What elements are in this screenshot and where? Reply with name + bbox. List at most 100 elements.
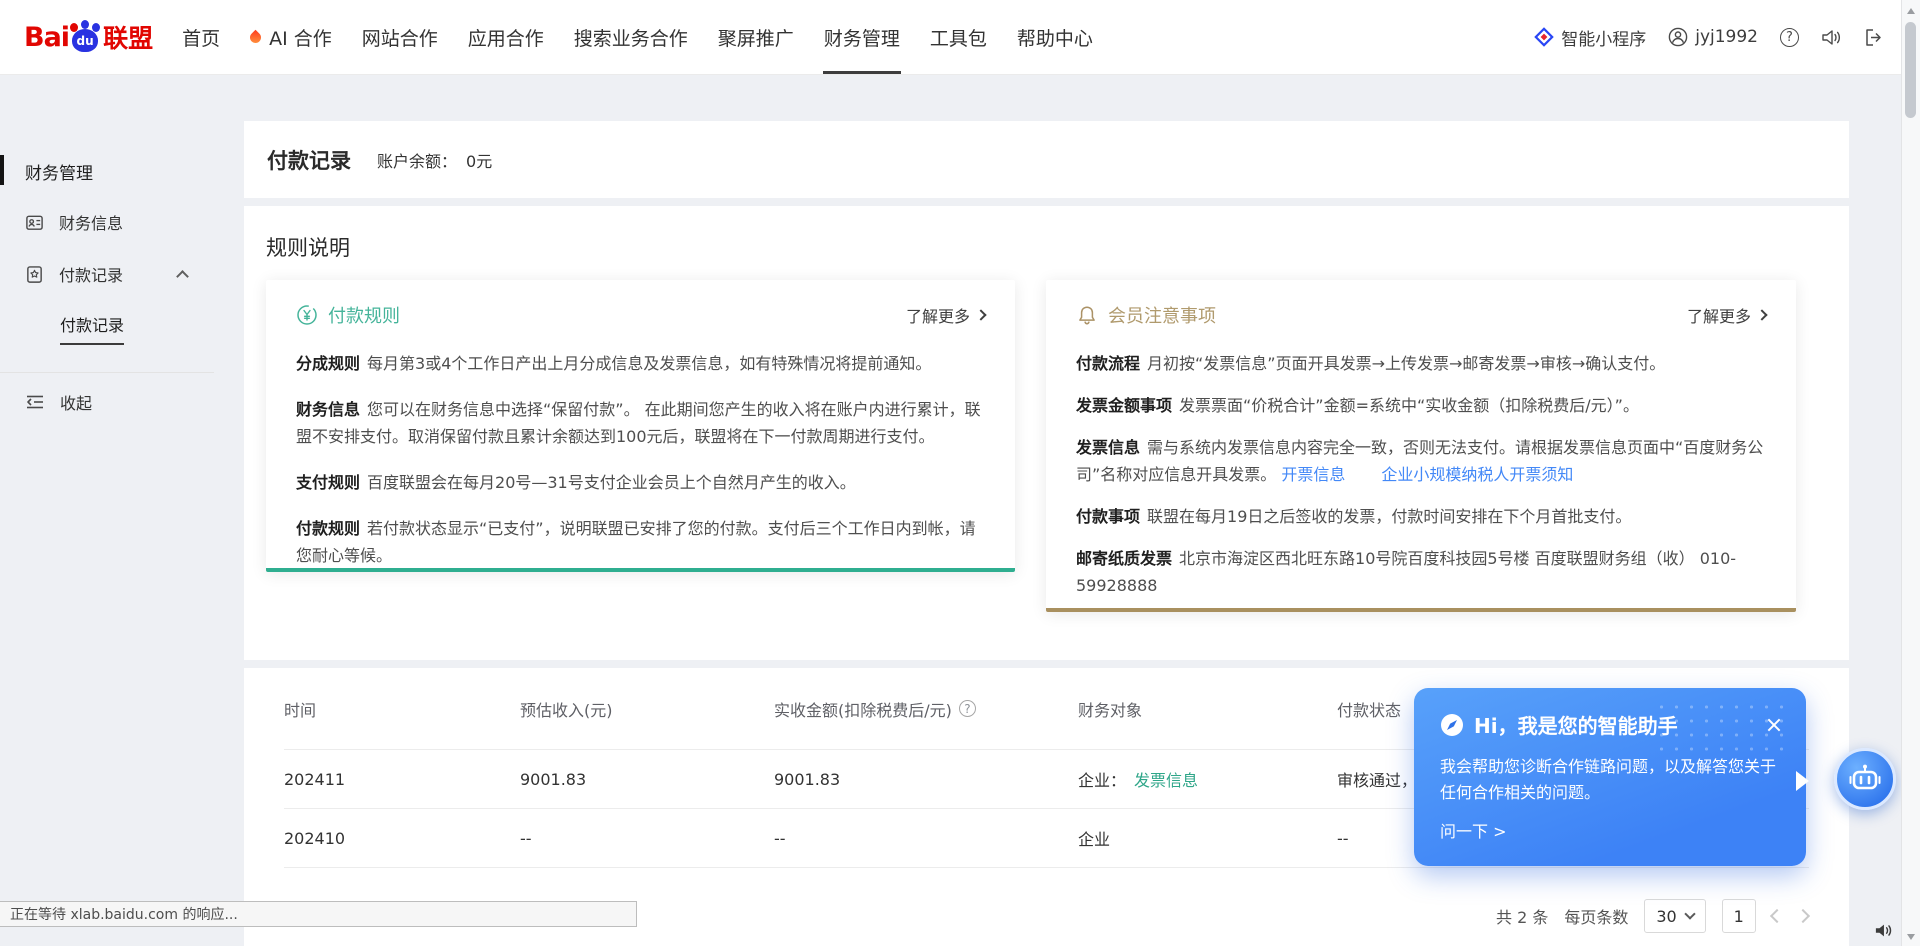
nav-item-toolkit[interactable]: 工具包: [915, 0, 1002, 74]
assistant-robot-avatar[interactable]: [1834, 748, 1896, 810]
baidu-paw-icon: du: [70, 22, 100, 52]
rule-term: 发票金额事项: [1076, 396, 1172, 415]
top-navbar: Bai du 联盟 首页 AI 合作 网站合作 应用合作 搜索业务合作 聚屏推广…: [0, 0, 1920, 75]
assistant-popup: Hi，我是您的智能助手 我会帮助您诊断合作链路问题，以及解答您关于任何合作相关的…: [1414, 688, 1806, 866]
assistant-ask-link[interactable]: 问一下 >: [1414, 806, 1806, 842]
scrollbar[interactable]: [1901, 0, 1920, 946]
nav-item-website-cooperation[interactable]: 网站合作: [347, 0, 453, 74]
small-taxpayer-invoice-guide-link[interactable]: 企业小规模纳税人开票须知: [1381, 465, 1573, 484]
sidebar-item-payment-records[interactable]: 付款记录: [25, 262, 187, 286]
more-label: 了解更多: [1687, 303, 1751, 327]
col-header-finance-target: 财务对象: [1078, 697, 1337, 721]
member-notes-card: 会员注意事项 了解更多 付款流程月初按“发票信息”页面开具发票→上传发票→邮寄发…: [1046, 280, 1796, 612]
cell-time: 202411: [284, 770, 520, 789]
cell-finance-target: 企业: [1078, 826, 1337, 850]
invoice-info-link[interactable]: 开票信息: [1281, 465, 1345, 484]
sidebar-collapse-button[interactable]: 收起: [25, 390, 92, 414]
total-count: 共 2 条: [1496, 904, 1548, 928]
rule-desc: 联盟在每月19日之后签收的发票，付款时间安排在下个月首批支付。: [1147, 507, 1631, 526]
scrollbar-up-arrow-icon[interactable]: [1907, 8, 1915, 14]
rule-term: 邮寄纸质发票: [1076, 549, 1172, 568]
id-card-icon: [25, 213, 44, 232]
nav-item-help-center[interactable]: 帮助中心: [1002, 0, 1108, 74]
finance-target-text: 企业：: [1078, 767, 1126, 791]
payment-rules-body: 分成规则每月第3或4个工作日产出上月分成信息及发票信息，如有特殊情况将提前通知。…: [266, 328, 1015, 569]
page-number-button[interactable]: 1: [1722, 899, 1756, 933]
nav-label: 财务管理: [824, 24, 900, 51]
payment-rules-header: 付款规则 了解更多: [266, 280, 1015, 328]
rule-term: 付款流程: [1076, 354, 1140, 373]
cell-actual: --: [774, 829, 1078, 848]
nav-item-juping-promotion[interactable]: 聚屏推广: [703, 0, 809, 74]
col-header-label: 实收金额(扣除税费后/元): [774, 697, 952, 721]
nav-item-search-business[interactable]: 搜索业务合作: [559, 0, 703, 74]
more-label: 了解更多: [906, 303, 970, 327]
page-title: 付款记录: [267, 145, 351, 175]
nav-label: 首页: [182, 24, 220, 51]
nav-label: 应用合作: [468, 24, 544, 51]
sidebar-group-finance-management[interactable]: 财务管理: [25, 159, 93, 184]
logo-text-bai: Bai: [24, 22, 69, 53]
assistant-header: Hi，我是您的智能助手: [1414, 688, 1806, 739]
balance-label: 账户余额：: [377, 148, 457, 172]
finance-target-text: 企业: [1078, 826, 1110, 850]
cell-estimated: --: [520, 829, 774, 848]
nav-item-ai-cooperation[interactable]: AI 合作: [235, 0, 347, 74]
close-icon[interactable]: [1766, 717, 1782, 733]
col-header-estimated-income: 预估收入(元): [520, 697, 774, 721]
member-notes-more-link[interactable]: 了解更多: [1687, 303, 1766, 327]
payment-rules-title: 付款规则: [328, 302, 400, 328]
next-page-icon[interactable]: [1796, 909, 1810, 923]
rule-term: 付款事项: [1076, 507, 1140, 526]
rule-desc: 北京市海淀区西北旺东路10号院百度科技园5号楼 百度联盟财务组（收） 010-5…: [1076, 549, 1736, 595]
rule-item: 付款事项联盟在每月19日之后签收的发票，付款时间安排在下个月首批支付。: [1076, 503, 1766, 530]
scrollbar-down-arrow-icon[interactable]: [1907, 934, 1915, 940]
browser-status-bar: 正在等待 xlab.baidu.com 的响应...: [0, 901, 637, 927]
sidebar-item-finance-info[interactable]: 财务信息: [25, 210, 187, 234]
nav-label: 聚屏推广: [718, 24, 794, 51]
user-account[interactable]: jyj1992: [1668, 27, 1758, 47]
baidu-union-logo[interactable]: Bai du 联盟: [24, 19, 153, 55]
balance-value: 0元: [466, 148, 492, 172]
column-help-icon[interactable]: ?: [959, 700, 976, 717]
compass-icon: [1440, 713, 1464, 737]
volume-icon[interactable]: [1874, 922, 1893, 943]
per-page-select[interactable]: 30: [1644, 899, 1705, 933]
nav-label: 搜索业务合作: [574, 24, 688, 51]
rule-desc: 您可以在财务信息中选择“保留付款”。 在此期间您产生的收入将在账户内进行累计，联…: [296, 400, 981, 446]
logout-icon[interactable]: [1864, 28, 1884, 47]
rule-item: 支付规则百度联盟会在每月20号—31号支付企业会员上个自然月产生的收入。: [296, 469, 985, 496]
sidebar-subitem-payment-records[interactable]: 付款记录: [60, 312, 124, 345]
speaker-icon[interactable]: [1821, 28, 1842, 47]
nav-item-home[interactable]: 首页: [167, 0, 235, 74]
help-glyph: ?: [1786, 30, 1793, 45]
bell-icon: [1076, 304, 1098, 326]
prev-page-icon[interactable]: [1770, 909, 1784, 923]
nav-item-finance-management[interactable]: 财务管理: [809, 0, 915, 74]
collapse-label: 收起: [60, 390, 92, 414]
per-page-value: 30: [1656, 907, 1676, 926]
invoice-info-cell-link[interactable]: 发票信息: [1134, 767, 1198, 791]
help-glyph: ?: [964, 702, 970, 716]
rule-term: 发票信息: [1076, 438, 1140, 457]
scrollbar-thumb[interactable]: [1905, 22, 1916, 118]
user-icon: [1668, 27, 1688, 47]
col-header-time: 时间: [284, 697, 520, 721]
flame-icon: [248, 29, 264, 45]
cell-time: 202410: [284, 829, 520, 848]
per-page-label: 每页条数: [1564, 904, 1628, 928]
topbar-right-cluster: 智能小程序 jyj1992 ?: [1534, 25, 1884, 50]
payment-rules-more-link[interactable]: 了解更多: [906, 303, 985, 327]
help-icon[interactable]: ?: [1780, 28, 1799, 47]
rule-term: 支付规则: [296, 473, 360, 492]
nav-label: 帮助中心: [1017, 24, 1093, 51]
username: jyj1992: [1695, 27, 1758, 47]
page-header-card: 付款记录 账户余额： 0元: [244, 121, 1849, 198]
miniprogram-entry[interactable]: 智能小程序: [1534, 25, 1646, 50]
nav-item-app-cooperation[interactable]: 应用合作: [453, 0, 559, 74]
rules-section: 规则说明 付款规则 了解更多 分成规则每月第3或4个工作日产出上月分成信息及发票…: [244, 206, 1849, 660]
miniprogram-diamond-icon: [1534, 27, 1554, 47]
rule-item: 付款规则若付款状态显示“已支付”，说明联盟已安排了您的付款。支付后三个工作日内到…: [296, 515, 985, 569]
main-nav: 首页 AI 合作 网站合作 应用合作 搜索业务合作 聚屏推广 财务管理 工具包 …: [167, 0, 1108, 74]
payment-rules-card: 付款规则 了解更多 分成规则每月第3或4个工作日产出上月分成信息及发票信息，如有…: [266, 280, 1015, 572]
